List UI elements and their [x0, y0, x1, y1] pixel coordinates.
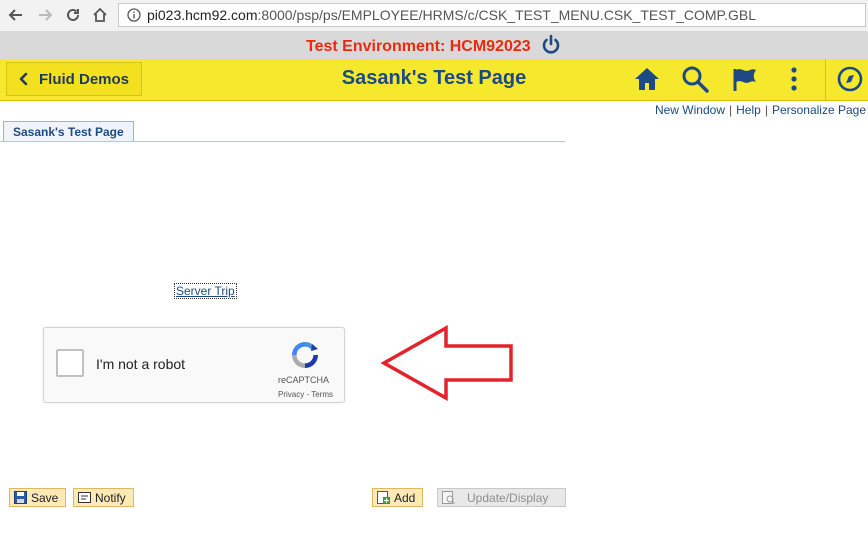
chevron-left-icon [19, 72, 28, 86]
help-link[interactable]: Help [736, 103, 761, 117]
home-browser-icon[interactable] [90, 5, 110, 25]
add-button-label: Add [394, 490, 416, 505]
add-icon [377, 491, 390, 504]
address-bar[interactable]: pi023.hcm92.com:8000/psp/ps/EMPLOYEE/HRM… [118, 3, 866, 27]
url-path: :8000/psp/ps/EMPLOYEE/HRMS/c/CSK_TEST_ME… [257, 7, 756, 23]
search-icon[interactable] [681, 65, 709, 93]
url-host: pi023.hcm92.com [147, 7, 258, 23]
recaptcha-checkbox[interactable] [56, 349, 84, 377]
link-separator: | [729, 103, 733, 117]
tab-divider [0, 141, 565, 142]
notify-button-label: Notify [95, 490, 126, 505]
link-separator: | [764, 103, 768, 117]
save-button-label: Save [31, 490, 59, 505]
header-divider [825, 59, 826, 100]
personalize-page-link[interactable]: Personalize Page [772, 103, 866, 117]
back-arrow-icon[interactable] [6, 5, 26, 25]
browser-toolbar: pi023.hcm92.com:8000/psp/ps/EMPLOYEE/HRM… [0, 0, 868, 32]
save-icon [14, 491, 27, 504]
add-button[interactable]: Add [372, 488, 424, 507]
recaptcha-brand: reCAPTCHA [278, 375, 330, 385]
tab-sasanks-test-page[interactable]: Sasank's Test Page [3, 121, 134, 142]
back-button-label: Fluid Demos [39, 70, 130, 88]
save-button[interactable]: Save [9, 488, 67, 507]
terms-link[interactable]: Terms [311, 390, 333, 399]
recaptcha-label: I'm not a robot [96, 356, 186, 372]
reload-icon[interactable] [63, 5, 83, 25]
notify-icon [78, 492, 91, 503]
home-icon[interactable] [633, 65, 661, 93]
notify-button[interactable]: Notify [73, 488, 134, 507]
annotation-arrow-icon [380, 325, 513, 401]
recaptcha-widget: I'm not a robot reCAPTCHA Privacy - Term… [43, 327, 345, 403]
update-display-icon [442, 491, 455, 504]
back-button[interactable]: Fluid Demos [6, 62, 142, 96]
url-text: pi023.hcm92.com:8000/psp/ps/EMPLOYEE/HRM… [147, 7, 756, 23]
fluid-header: Fluid Demos Sasank's Test Page [0, 59, 868, 101]
recaptcha-logo-icon [292, 342, 318, 368]
page-links: New Window | Help | Personalize Page [655, 103, 866, 117]
forward-arrow-icon[interactable] [35, 5, 55, 25]
more-icon[interactable] [780, 65, 808, 93]
power-icon[interactable] [540, 34, 562, 56]
recaptcha-terms: Privacy - Terms [278, 390, 333, 399]
environment-banner: Test Environment: HCM92023 [0, 31, 868, 59]
server-trip-link[interactable]: Server Trip [174, 283, 237, 299]
info-icon[interactable] [127, 8, 141, 22]
update-display-button-label: Update/Display [467, 490, 549, 505]
navbar-compass-icon[interactable] [836, 65, 864, 93]
new-window-link[interactable]: New Window [655, 103, 725, 117]
update-display-button[interactable]: Update/Display [437, 488, 566, 507]
environment-label: Test Environment: HCM92023 [306, 38, 531, 55]
privacy-link[interactable]: Privacy [278, 390, 304, 399]
flag-icon[interactable] [731, 65, 759, 93]
